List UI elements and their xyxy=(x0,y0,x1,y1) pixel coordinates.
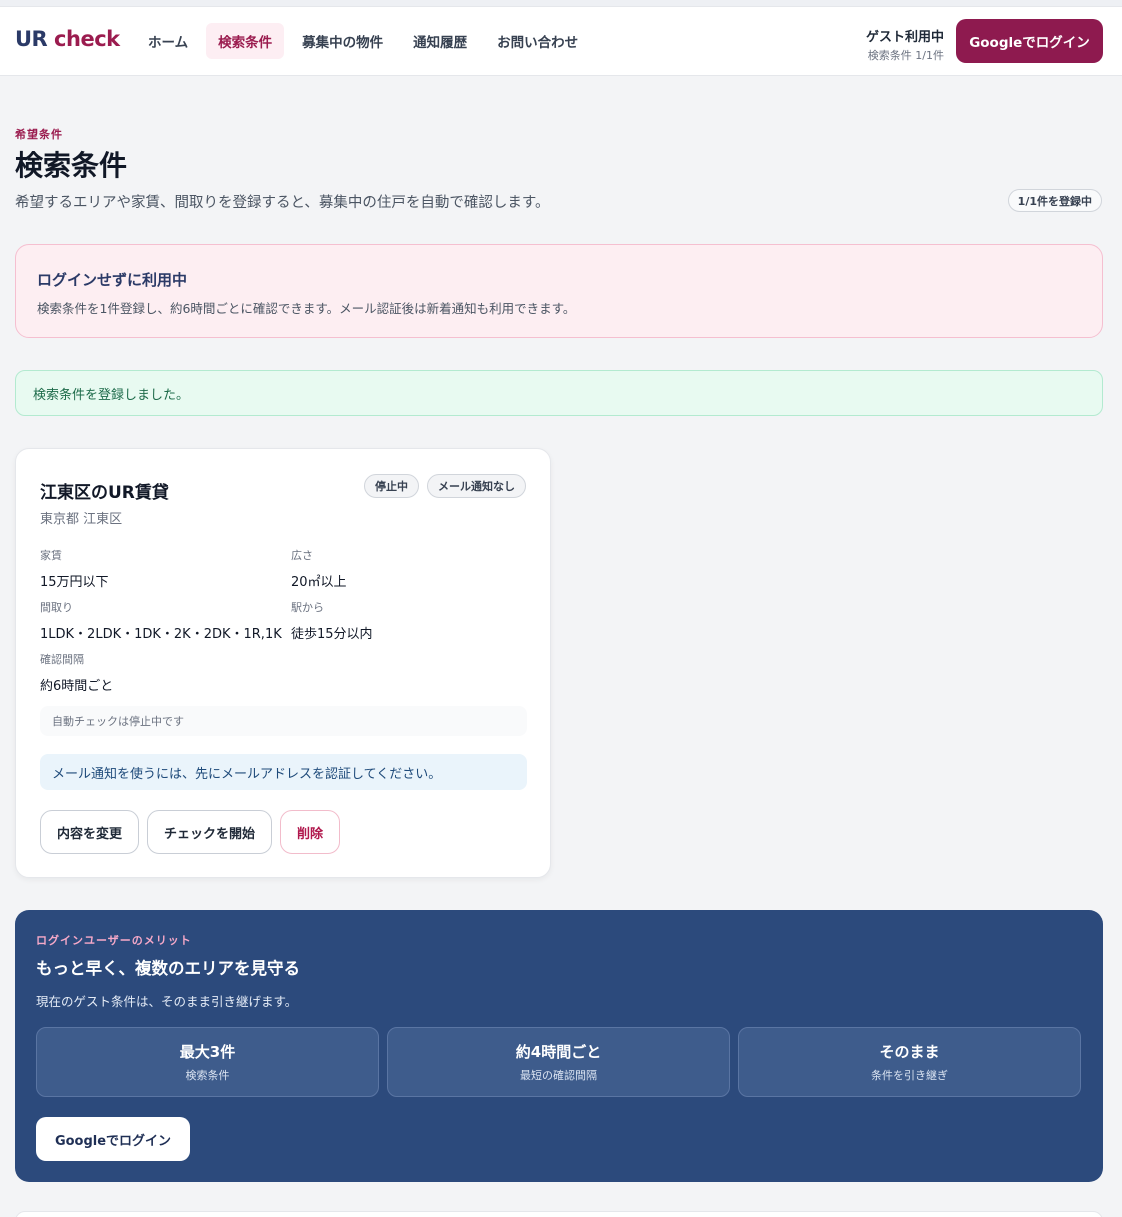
promo-google-login-button[interactable]: Googleでログイン xyxy=(36,1117,190,1161)
benefit-value: そのまま xyxy=(879,1043,940,1061)
promo-description: 現在のゲスト条件は、そのまま引き継げます。 xyxy=(36,994,298,1009)
logo[interactable]: UR check xyxy=(15,27,120,51)
field-layout-value: 1LDK・2LDK・1DK・2K・2DK・1R,1K xyxy=(40,627,282,642)
logo-main: UR xyxy=(15,27,48,51)
registered-count-badge: 1/1件を登録中 xyxy=(1007,189,1102,212)
benefit-check-interval: 約4時間ごと 最短の確認間隔 xyxy=(387,1027,730,1097)
field-station: 駅から 徒歩15分以内 xyxy=(291,599,373,642)
login-benefits-panel: ログインユーザーのメリット もっと早く、複数のエリアを見守る 現在のゲスト条件は… xyxy=(15,910,1103,1182)
edit-condition-button[interactable]: 内容を変更 xyxy=(40,810,140,854)
field-layout: 間取り 1LDK・2LDK・1DK・2K・2DK・1R,1K xyxy=(40,599,282,642)
field-area: 広さ 20㎡以上 xyxy=(291,547,347,590)
guest-notice: ログインせずに利用中 検索条件を1件登録し、約6時間ごとに確認できます。メール認… xyxy=(15,244,1103,338)
benefit-label: 条件を引き継ぎ xyxy=(871,1069,948,1082)
benefit-max-conditions: 最大3件 検索条件 xyxy=(36,1027,379,1097)
benefit-stats: 最大3件 検索条件 約4時間ごと 最短の確認間隔 そのまま 条件を引き継ぎ xyxy=(36,1027,1081,1097)
condition-tags: 停止中 メール通知なし xyxy=(364,474,526,498)
condition-actions: 内容を変更 チェックを開始 削除 xyxy=(40,810,341,854)
nav-listings[interactable]: 募集中の物件 xyxy=(290,23,395,59)
page-title: 検索条件 xyxy=(15,149,128,182)
condition-location: 東京都 江東区 xyxy=(40,512,123,527)
field-station-label: 駅から xyxy=(291,601,324,614)
field-area-label: 広さ xyxy=(291,549,313,562)
guest-status: ゲスト利用中 検索条件 1/1件 xyxy=(866,26,944,63)
field-interval: 確認間隔 約6時間ごと xyxy=(40,651,113,694)
app-header: UR check ホーム 検索条件 募集中の物件 通知履歴 お問い合わせ ゲスト… xyxy=(0,7,1122,76)
next-section-edge xyxy=(15,1211,1103,1217)
field-rent-value: 15万円以下 xyxy=(40,575,109,590)
nav-home[interactable]: ホーム xyxy=(136,23,200,59)
field-interval-value: 約6時間ごと xyxy=(40,679,114,694)
page-description: 希望するエリアや家賃、間取りを登録すると、募集中の住戸を自動で確認します。 xyxy=(15,195,550,211)
logo-accent: check xyxy=(54,27,120,51)
success-message: 検索条件を登録しました。 xyxy=(15,370,1103,416)
header-google-login-button[interactable]: Googleでログイン xyxy=(956,19,1103,63)
field-rent: 家賃 15万円以下 xyxy=(40,547,109,590)
condition-title: 江東区のUR賃貸 xyxy=(40,483,169,503)
search-condition-card: 江東区のUR賃貸 東京都 江東区 停止中 メール通知なし 家賃 15万円以下 広… xyxy=(15,448,551,878)
field-interval-label: 確認間隔 xyxy=(40,653,84,666)
start-check-button[interactable]: チェックを開始 xyxy=(147,810,273,854)
benefit-carry-over: そのまま 条件を引き継ぎ xyxy=(738,1027,1081,1097)
guest-notice-title: ログインせずに利用中 xyxy=(37,271,188,289)
benefit-label: 検索条件 xyxy=(185,1069,230,1082)
guest-status-title: ゲスト利用中 xyxy=(865,30,944,45)
promo-eyebrow: ログインユーザーのメリット xyxy=(36,934,192,947)
auto-check-status: 自動チェックは停止中です xyxy=(40,706,527,736)
email-verification-info: メール通知を使うには、先にメールアドレスを認証してください。 xyxy=(40,754,527,790)
main-nav: ホーム 検索条件 募集中の物件 通知履歴 お問い合わせ xyxy=(136,23,590,59)
email-notification-badge: メール通知なし xyxy=(427,474,526,498)
nav-contact[interactable]: お問い合わせ xyxy=(485,23,590,59)
field-area-value: 20㎡以上 xyxy=(291,575,347,590)
top-strip xyxy=(0,0,1122,7)
field-rent-label: 家賃 xyxy=(40,549,62,562)
status-badge: 停止中 xyxy=(364,474,419,498)
benefit-value: 最大3件 xyxy=(179,1043,236,1061)
field-station-value: 徒歩15分以内 xyxy=(291,627,373,642)
guest-notice-body: 検索条件を1件登録し、約6時間ごとに確認できます。メール認証後は新着通知も利用で… xyxy=(37,301,576,316)
guest-status-quota: 検索条件 1/1件 xyxy=(867,49,944,62)
delete-condition-button[interactable]: 削除 xyxy=(280,810,341,854)
page-eyebrow: 希望条件 xyxy=(15,128,63,141)
nav-notification-history[interactable]: 通知履歴 xyxy=(401,23,479,59)
benefit-label: 最短の確認間隔 xyxy=(520,1069,597,1082)
nav-search-conditions[interactable]: 検索条件 xyxy=(206,23,285,59)
benefit-value: 約4時間ごと xyxy=(515,1043,602,1061)
promo-title: もっと早く、複数のエリアを見守る xyxy=(36,959,300,978)
field-layout-label: 間取り xyxy=(40,601,73,614)
